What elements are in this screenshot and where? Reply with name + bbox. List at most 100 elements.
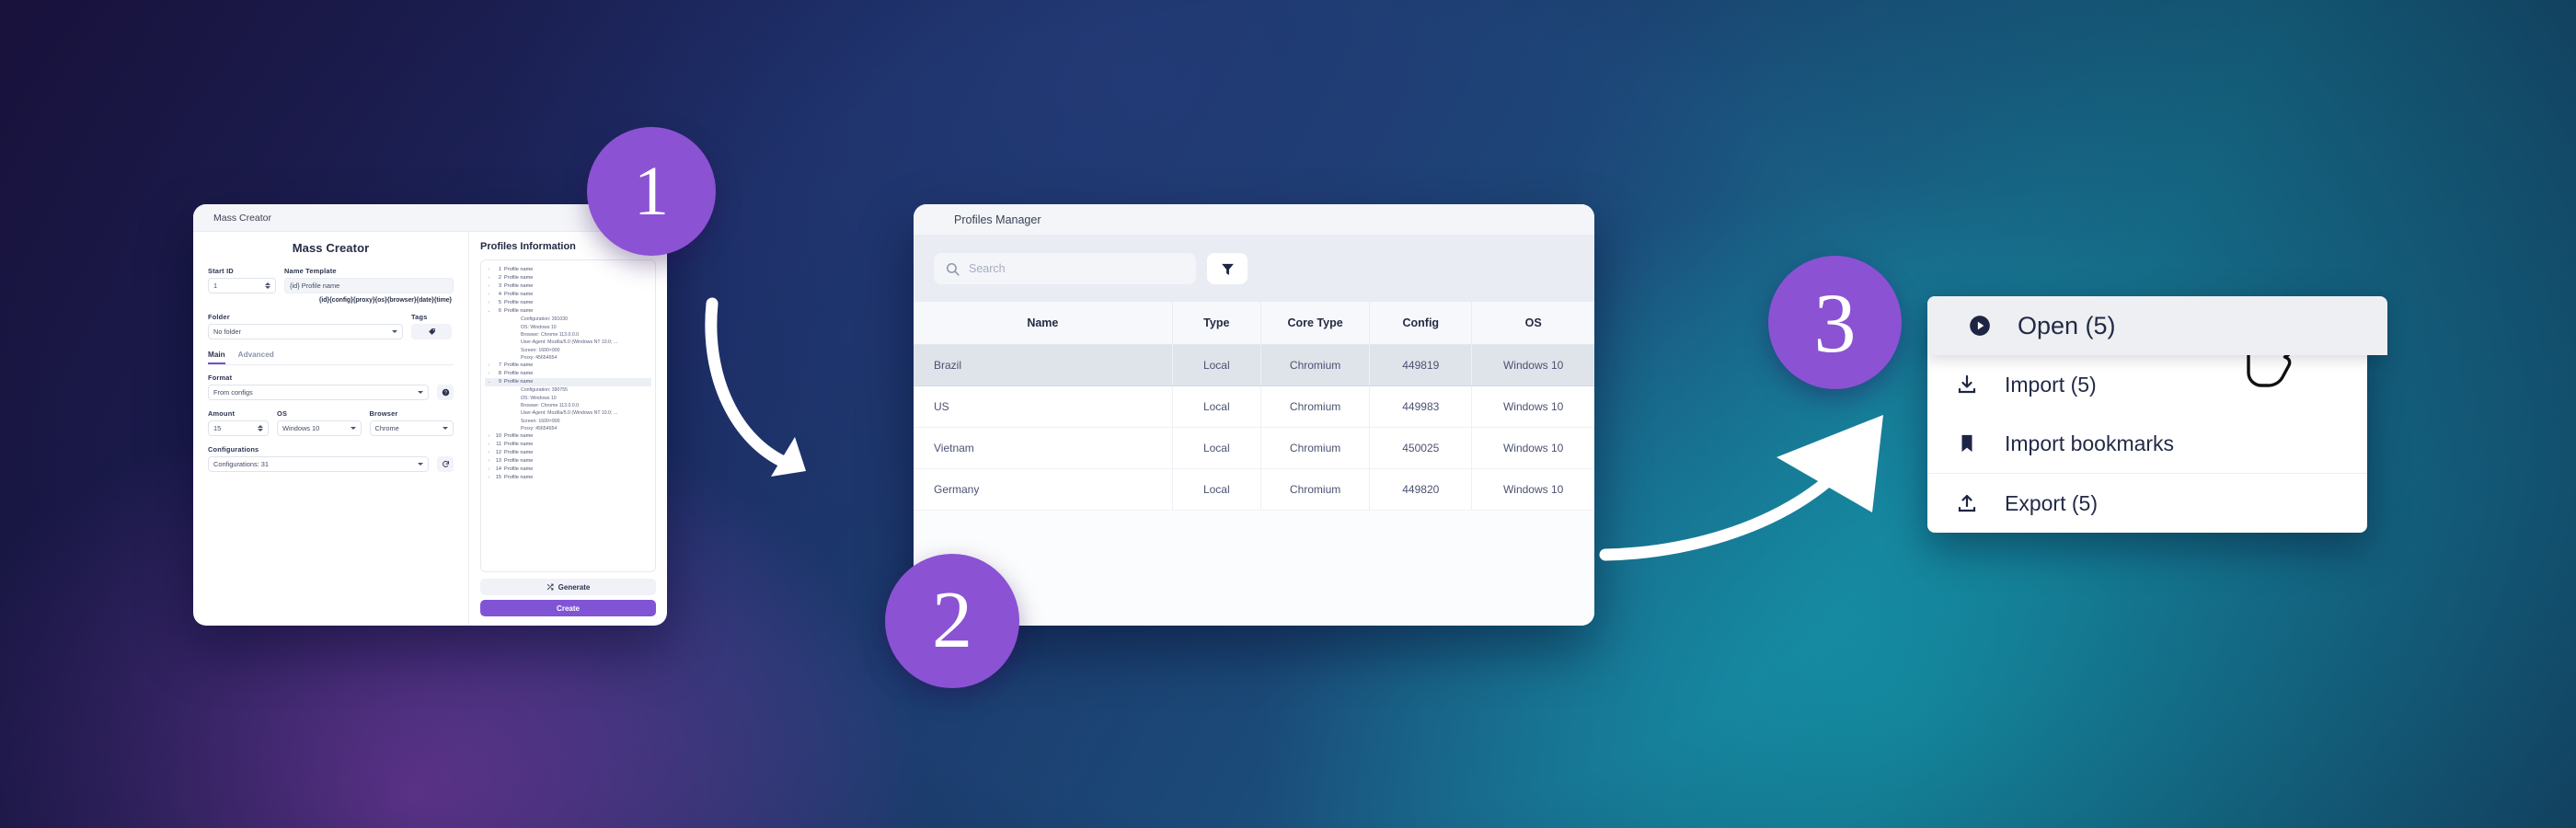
profile-index: 6 [498, 308, 501, 315]
cell-core-type: Chromium [1260, 468, 1371, 511]
cell-config: 449820 [1369, 468, 1473, 511]
profile-tree-item[interactable]: › 2 Profile name [485, 274, 651, 282]
format-label: Format [208, 374, 233, 382]
chevron-right-icon[interactable]: › [485, 432, 493, 440]
menu-item-export-5[interactable]: Export (5) [1927, 474, 2367, 533]
profile-tree-item[interactable]: ⌄ 6 Profile name [485, 307, 651, 316]
name-template-input[interactable]: {id} Profile name [284, 278, 454, 293]
profile-tree-item[interactable]: › 7 Profile name [485, 362, 651, 370]
start-id-input[interactable]: 1 [208, 278, 276, 293]
table-row[interactable]: Vietnam Local Chromium 450025 Windows 10 [914, 427, 1594, 469]
chevron-right-icon[interactable]: › [485, 282, 493, 290]
column-header-type[interactable]: Type [1172, 302, 1261, 345]
profile-index: 5 [498, 300, 501, 306]
profile-tree-item[interactable]: › 15 Profile name [485, 474, 651, 482]
cell-type: Local [1172, 385, 1261, 428]
profile-tree-item[interactable]: › 1 Profile name [485, 266, 651, 274]
table-row[interactable]: Brazil Local Chromium 449819 Windows 10 [914, 344, 1594, 386]
format-value: From configs [213, 388, 253, 397]
cell-config: 450025 [1369, 427, 1473, 469]
generate-button[interactable]: Generate [480, 579, 656, 595]
chevron-right-icon[interactable]: › [485, 274, 493, 282]
chevron-right-icon[interactable]: › [485, 370, 493, 377]
chevron-right-icon[interactable]: › [485, 449, 493, 456]
profile-detail-line: Proxy: 45654654 [521, 425, 558, 431]
chevron-right-icon[interactable]: › [485, 299, 493, 306]
profile-tree-item[interactable]: › 8 Profile name [485, 370, 651, 378]
profile-index: 12 [495, 450, 501, 456]
tags-button[interactable] [411, 324, 452, 339]
question-circle-icon: ? [442, 388, 449, 396]
chevron-right-icon[interactable]: › [485, 457, 493, 465]
profile-index: 4 [498, 292, 501, 298]
template-tokens-hint: {id}{config}{proxy}{os}{browser}{date}{t… [318, 297, 452, 304]
profile-tree-item[interactable]: › 4 Profile name [485, 291, 651, 299]
tab-main[interactable]: Main [208, 351, 225, 364]
profile-tree-item[interactable]: › 11 Profile name [485, 441, 651, 449]
cell-name: Vietnam [914, 427, 1173, 469]
column-header-core-type[interactable]: Core Type [1260, 302, 1371, 345]
configurations-value: Configurations: 31 [213, 460, 269, 468]
profile-tree-item[interactable]: ⌄ 9 Profile name [485, 378, 651, 387]
arrow-step-2-to-3 [1599, 415, 1883, 561]
search-input[interactable]: Search [934, 253, 1196, 284]
context-menu: Open (5) Import (5) Import bookmarks Export… [1927, 296, 2387, 533]
profile-tree-item[interactable]: › 5 Profile name [485, 299, 651, 307]
format-help-button[interactable]: ? [437, 385, 454, 400]
start-id-stepper[interactable] [265, 282, 270, 290]
profiles-manager-window: Profiles Manager Search Name Type Core Typ… [914, 204, 1594, 626]
menu-item-import-5[interactable]: Import (5) [1927, 355, 2367, 414]
table-row[interactable]: US Local Chromium 449983 Windows 10 [914, 385, 1594, 428]
amount-input[interactable]: 15 [208, 420, 269, 436]
chevron-right-icon[interactable]: › [485, 266, 493, 273]
format-select[interactable]: From configs [208, 385, 429, 400]
amount-label: Amount [208, 409, 236, 418]
mass-creator-heading: Mass Creator [292, 241, 370, 255]
filter-button[interactable] [1207, 253, 1248, 284]
browser-select[interactable]: Chrome [369, 420, 454, 436]
profile-tree-item[interactable]: › 3 Profile name [485, 282, 651, 291]
create-label: Create [557, 604, 580, 613]
profiles-manager-title-text: Profiles Manager [954, 213, 1041, 226]
configurations-select[interactable]: Configurations: 31 [208, 456, 429, 472]
tab-advanced[interactable]: Advanced [238, 351, 274, 364]
profile-name: Profile name [504, 442, 534, 448]
column-header-config[interactable]: Config [1369, 302, 1473, 345]
folder-select[interactable]: No folder [208, 324, 403, 339]
cell-name: US [914, 385, 1173, 428]
profiles-information-list[interactable]: › 1 Profile name › 2 Profile name › 3 Profile na… [480, 259, 656, 572]
start-id-label: Start ID [208, 267, 234, 275]
table-row[interactable]: Germany Local Chromium 449820 Windows 10 [914, 468, 1594, 511]
chevron-right-icon[interactable]: › [485, 362, 493, 369]
play-circle-icon [1970, 316, 1990, 336]
profile-tree-item[interactable]: › 13 Profile name [485, 457, 651, 466]
chevron-right-icon[interactable]: › [485, 441, 493, 448]
profile-tree-item[interactable]: › 10 Profile name [485, 432, 651, 441]
profile-tree-item[interactable]: › 14 Profile name [485, 466, 651, 474]
chevron-right-icon[interactable]: › [485, 291, 493, 298]
amount-stepper[interactable] [258, 424, 263, 432]
profile-detail-line: Proxy: 45654654 [521, 354, 558, 361]
column-header-os[interactable]: OS [1471, 302, 1594, 345]
profile-index: 10 [495, 433, 501, 440]
amount-value: 15 [213, 424, 222, 432]
os-select[interactable]: Windows 10 [277, 420, 362, 436]
profile-tree-item[interactable]: › 12 Profile name [485, 449, 651, 457]
chevron-down-icon[interactable]: ⌄ [485, 307, 493, 315]
mass-creator-title-text: Mass Creator [213, 212, 272, 224]
menu-item-open-5[interactable]: Open (5) [1927, 296, 2387, 355]
name-template-value: {id} Profile name [290, 282, 340, 290]
profile-name: Profile name [504, 300, 534, 306]
chevron-right-icon[interactable]: › [485, 466, 493, 473]
arrow-step-1-to-2 [705, 297, 806, 477]
chevron-right-icon[interactable]: › [485, 474, 493, 481]
menu-item-import-bookmarks[interactable]: Import bookmarks [1927, 414, 2367, 473]
chevron-down-icon[interactable]: ⌄ [485, 378, 493, 385]
column-header-name[interactable]: Name [914, 302, 1173, 345]
profiles-manager-title-bar: Profiles Manager [914, 204, 1594, 236]
create-button[interactable]: Create [480, 600, 656, 616]
profile-index: 1 [498, 267, 501, 272]
chevron-down-icon [350, 427, 356, 430]
configurations-refresh-button[interactable] [437, 456, 454, 472]
profile-index: 9 [498, 379, 501, 385]
